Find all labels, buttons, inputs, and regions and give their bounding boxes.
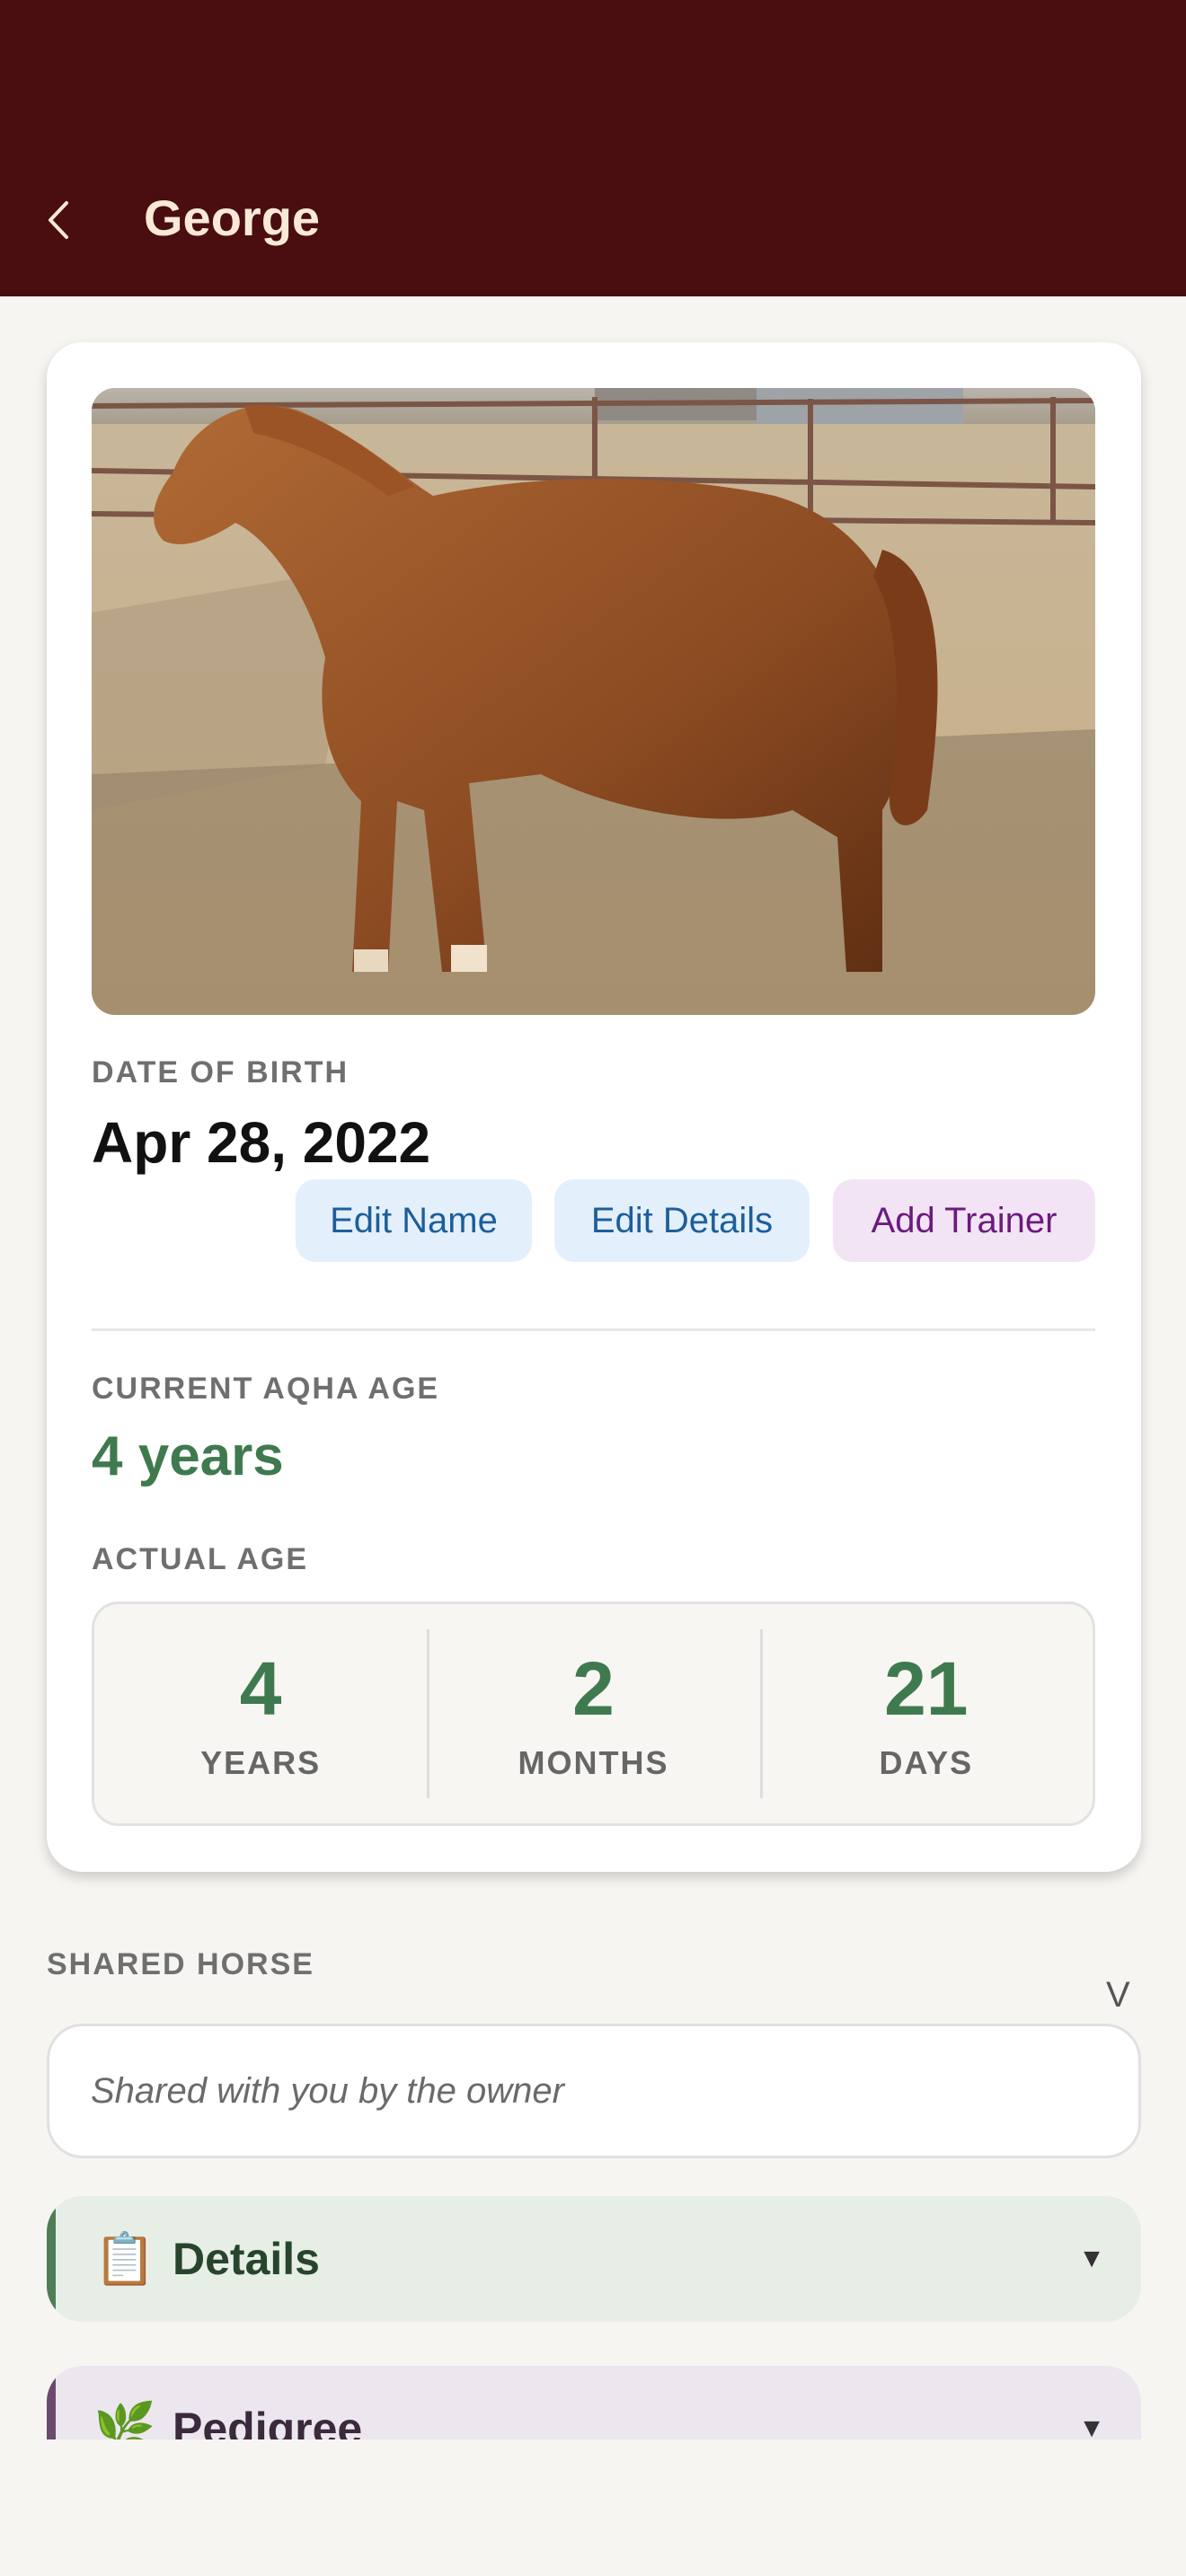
edit-details-button[interactable]: Edit Details: [554, 1179, 810, 1262]
shared-note-box: Shared with you by the owner: [47, 2024, 1141, 2158]
age-months: 2 MONTHS: [427, 1604, 759, 1823]
horse-photo: [92, 388, 1095, 1015]
age-years-unit: YEARS: [200, 1744, 322, 1781]
caret-down-icon: ▼: [1078, 2244, 1105, 2273]
bottom-fade: [0, 2439, 1186, 2576]
shared-horse-label: SHARED HORSE: [47, 1947, 314, 1981]
age-days-value: 21: [884, 1646, 969, 1731]
age-months-value: 2: [572, 1646, 615, 1731]
section-accent-bar: [47, 2196, 56, 2322]
age-years: 4 YEARS: [94, 1604, 427, 1823]
aqha-age-label: CURRENT AQHA AGE: [92, 1372, 440, 1406]
age-years-value: 4: [239, 1646, 282, 1731]
clipboard-icon: 📋: [93, 2230, 156, 2287]
section-details-title: Details: [173, 2234, 320, 2284]
section-details[interactable]: 📋 Details ▼: [47, 2196, 1141, 2322]
age-days-unit: DAYS: [879, 1744, 974, 1781]
shared-note: Shared with you by the owner: [91, 2070, 564, 2111]
back-button[interactable]: [36, 184, 81, 256]
age-months-unit: MONTHS: [518, 1744, 669, 1781]
age-days: 21 DAYS: [759, 1604, 1093, 1823]
app-bar: George: [0, 0, 1186, 296]
actual-age-breakdown: 4 YEARS 2 MONTHS 21 DAYS: [92, 1601, 1095, 1826]
collapse-toggle-icon[interactable]: V: [1106, 1972, 1130, 2017]
dob-value: Apr 28, 2022: [92, 1110, 431, 1175]
add-trainer-button[interactable]: Add Trainer: [833, 1179, 1095, 1262]
divider: [92, 1328, 1095, 1331]
chevron-left-icon: [49, 201, 68, 239]
dob-label: DATE OF BIRTH: [92, 1055, 350, 1090]
actual-age-label: ACTUAL AGE: [92, 1542, 308, 1576]
edit-name-button[interactable]: Edit Name: [296, 1179, 532, 1262]
page-title: George: [144, 190, 321, 246]
aqha-age-value: 4 years: [92, 1425, 284, 1487]
